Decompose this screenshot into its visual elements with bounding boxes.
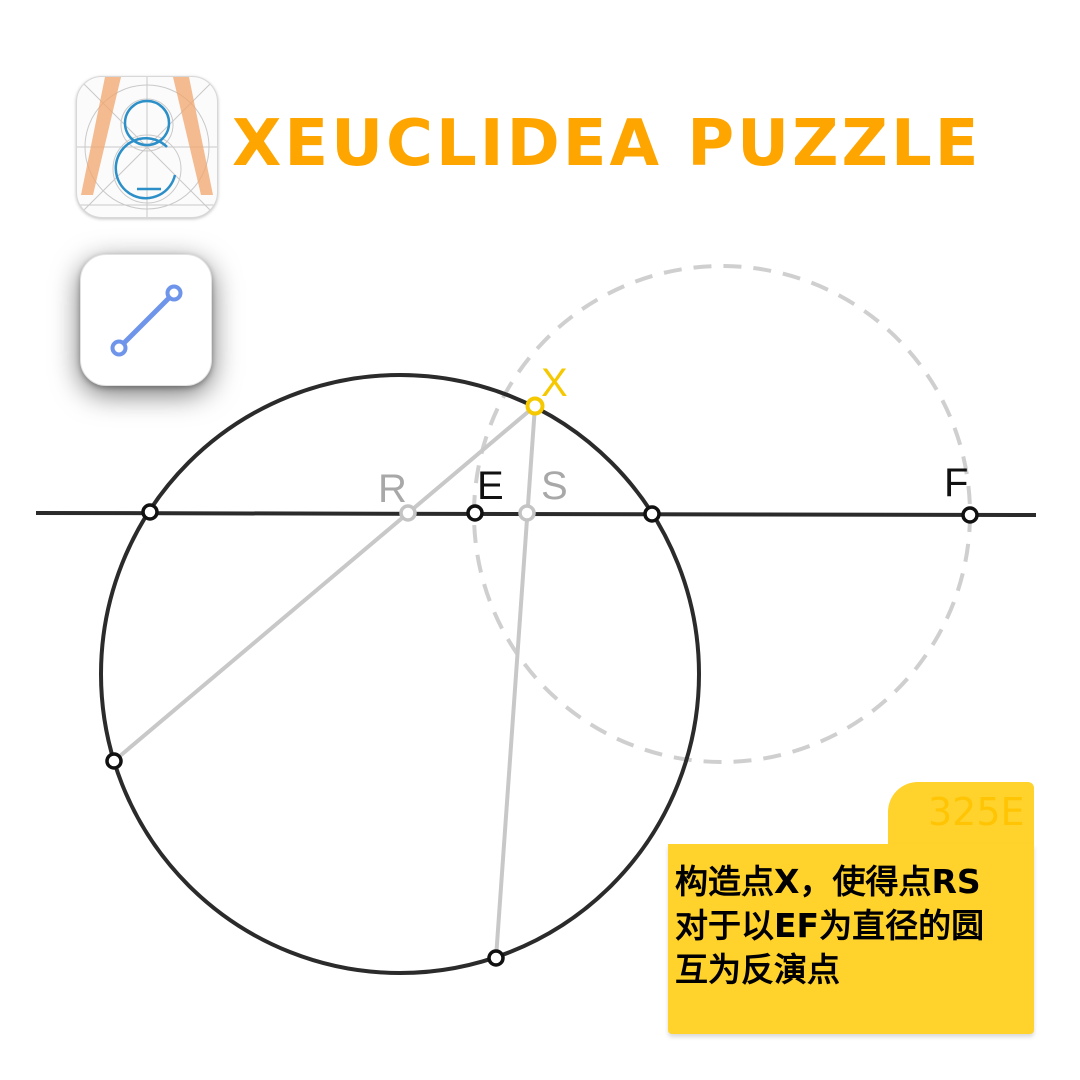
label-r: R — [378, 467, 407, 511]
line-segment-icon — [110, 284, 183, 357]
task-line: 互为反演点 — [675, 950, 840, 989]
puzzle-code: 325E — [928, 790, 1025, 834]
xeuclidea-icon — [76, 76, 218, 218]
point-circle-bottom[interactable] — [487, 949, 505, 967]
task-line: 对于以EF为直径的圆 — [675, 906, 985, 945]
segment-x-through-r — [112, 404, 537, 763]
label-e: E — [477, 464, 504, 508]
point-intersection-right[interactable] — [643, 505, 661, 523]
point-s[interactable] — [518, 504, 536, 522]
label-x: X — [541, 361, 568, 405]
label-f: F — [944, 461, 968, 505]
point-circle-lower-left[interactable] — [105, 752, 123, 770]
puzzle-title: XEUCLIDEA PUZZLE — [232, 107, 982, 181]
task-description: 构造点X，使得点RS 对于以EF为直径的圆 互为反演点 — [675, 860, 1033, 992]
task-line: 构造点X，使得点RS — [675, 862, 981, 901]
point-intersection-left[interactable] — [141, 503, 159, 521]
label-s: S — [541, 464, 568, 508]
line-segment-tool-button[interactable] — [80, 254, 212, 386]
puzzle-canvas[interactable]: X R E S F XEUCLIDEA PUZZLE 325E 构造点X，使得点… — [0, 0, 1080, 1080]
given-circle[interactable] — [99, 373, 701, 975]
line-through-ef[interactable] — [35, 511, 1037, 517]
point-f[interactable] — [961, 506, 979, 524]
point-e[interactable] — [466, 504, 484, 522]
